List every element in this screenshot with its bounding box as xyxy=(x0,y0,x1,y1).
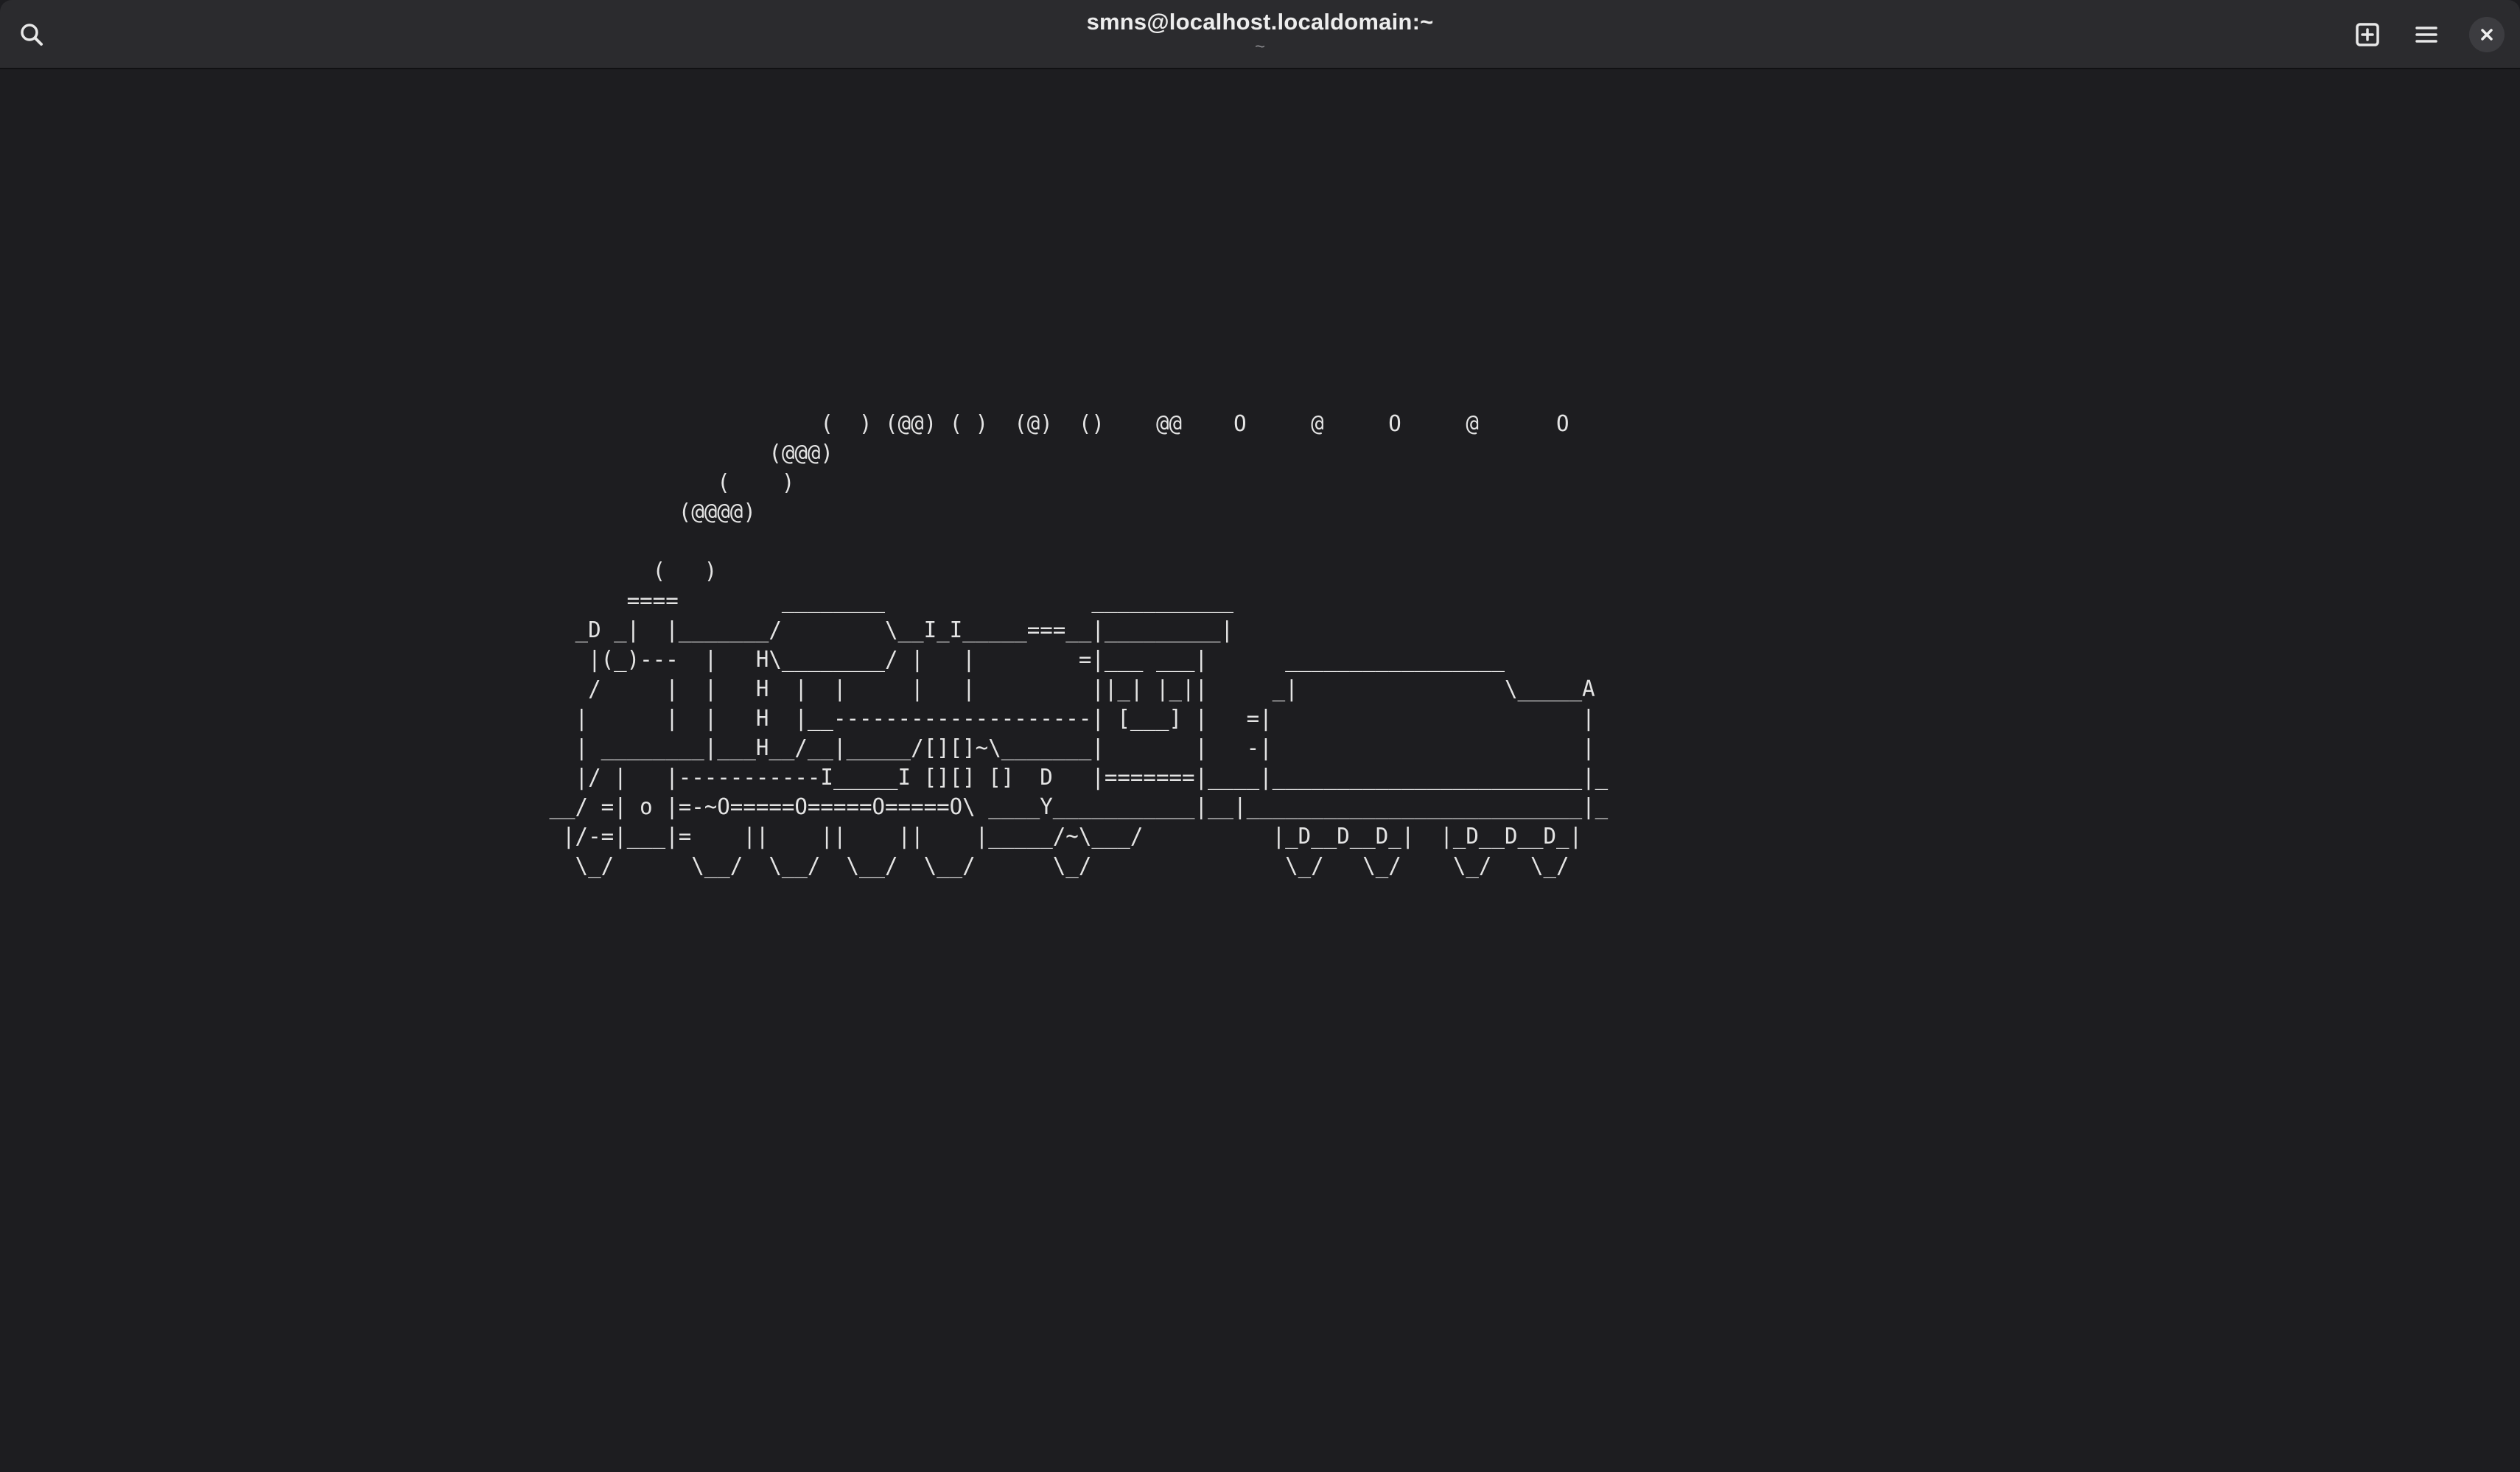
terminal-line: | | | H |__--------------------| [___] |… xyxy=(536,706,1595,732)
main-menu-button[interactable] xyxy=(2407,15,2446,55)
terminal-line: |/ | |-----------I_____I [][] [] D |====… xyxy=(536,765,1609,791)
terminal-line: ==== ________ ___________ xyxy=(536,588,1234,614)
title-bar[interactable]: smns@localhost.localdomain:~ ~ xyxy=(0,0,2520,69)
ascii-train-art: ( ) (@@) ( ) (@) () @@ O @ O @ O (@@@) (… xyxy=(536,410,1609,881)
terminal-line: |(_)--- | H\________/ | | =|___ ___| ___… xyxy=(536,647,1505,673)
window-subtitle: ~ xyxy=(1254,37,1265,57)
window-title: smns@localhost.localdomain:~ xyxy=(1086,9,1434,35)
close-button[interactable] xyxy=(2467,15,2507,55)
new-tab-button[interactable] xyxy=(2348,15,2387,55)
terminal-line: / | | H | | | | ||_| |_|| _| \_____A xyxy=(536,676,1595,702)
terminal-window: smns@localhost.localdomain:~ ~ () (@@) … xyxy=(0,0,2520,1472)
terminal-line: \_/ \__/ \__/ \__/ \__/ \_/ \_/ \_/ \_/ … xyxy=(536,853,1569,879)
terminal-line: ( ) (@@) ( ) (@) () @@ O @ O @ O xyxy=(536,411,1569,437)
terminal-line: ( ) xyxy=(536,470,795,496)
terminal-output-area[interactable]: ( ) (@@) ( ) (@) () @@ O @ O @ O (@@@) (… xyxy=(0,69,2520,1472)
terminal-line: | ________|___H__/__|_____/[][]~\_______… xyxy=(536,735,1595,761)
close-button-background xyxy=(2469,17,2505,52)
close-icon xyxy=(2481,29,2493,41)
hamburger-menu-icon xyxy=(2415,27,2437,43)
terminal-line: (@@@) xyxy=(536,441,833,466)
terminal-line: |/-=|___|= || || || |_____/~\___/ |_D__D… xyxy=(536,824,1583,849)
terminal-line: (@@@@) xyxy=(536,500,756,525)
terminal-line: __/ =| o |=-~O=====O=====O=====O\ ____Y_… xyxy=(536,794,1609,820)
new-tab-icon xyxy=(2356,23,2379,46)
terminal-line: ( ) xyxy=(536,558,718,584)
terminal-line: _D _| |_______/ \__I_I_____===__|_______… xyxy=(536,617,1234,643)
